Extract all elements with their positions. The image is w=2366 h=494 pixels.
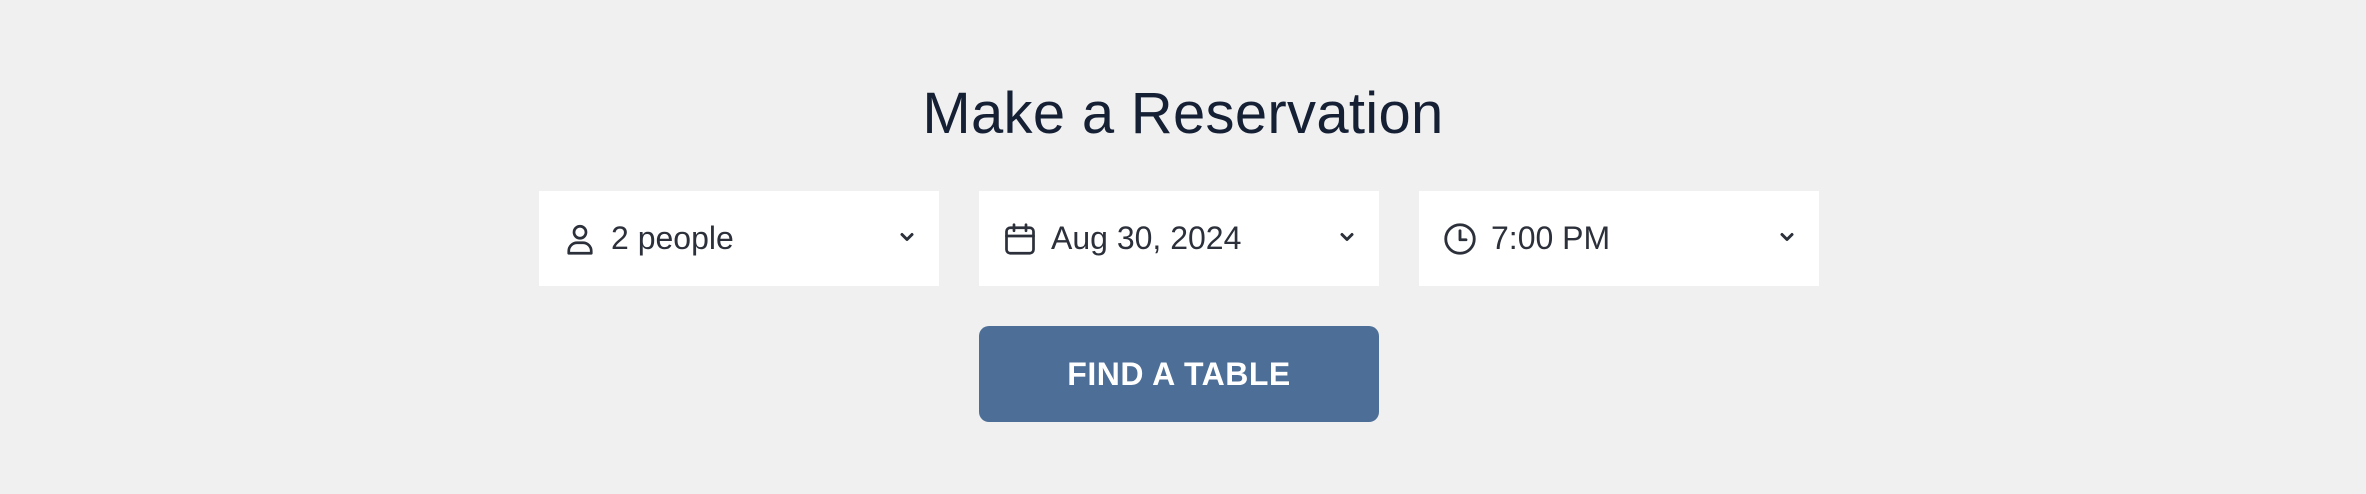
find-a-table-button[interactable]: FIND A TABLE <box>979 326 1379 422</box>
person-icon <box>562 221 598 257</box>
party-size-value: 2 people <box>611 220 734 256</box>
page-title: Make a Reservation <box>922 81 1444 146</box>
chevron-down-icon <box>1337 227 1357 247</box>
clock-icon <box>1442 221 1478 257</box>
chevron-down-icon <box>897 227 917 247</box>
date-select[interactable]: Aug 30, 2024 <box>979 191 1379 286</box>
calendar-icon <box>1002 221 1038 257</box>
time-select[interactable]: 7:00 PM <box>1419 191 1819 286</box>
date-value: Aug 30, 2024 <box>1051 220 1242 256</box>
chevron-down-icon <box>1777 227 1797 247</box>
time-value: 7:00 PM <box>1491 220 1611 256</box>
party-size-select[interactable]: 2 people <box>539 191 939 286</box>
